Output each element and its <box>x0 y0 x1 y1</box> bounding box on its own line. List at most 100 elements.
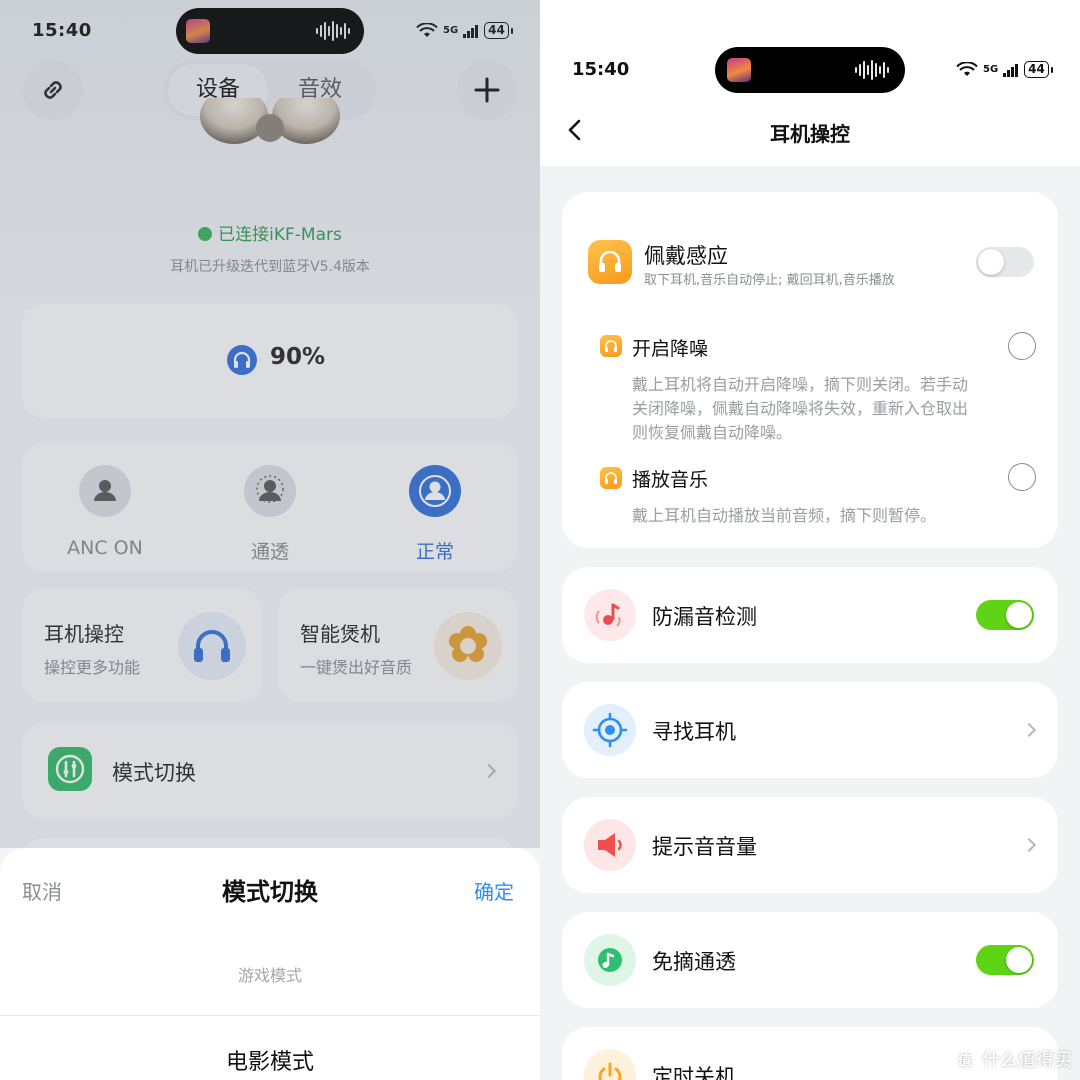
mode-transparency[interactable]: 通透 <box>210 465 330 564</box>
battery-indicator: 44 <box>484 22 509 39</box>
power-icon <box>584 1049 636 1080</box>
mode-switch-sheet: 取消 模式切换 确定 游戏模式 电影模式 <box>0 848 540 1080</box>
nav-header: 15:40 5G 44 耳机操控 <box>540 0 1080 166</box>
mode-switch-row[interactable]: 模式切换 <box>22 723 518 819</box>
system-indicators: 5G 44 <box>956 61 1053 78</box>
desc-line: 戴上耳机将自动开启降噪，摘下则关闭。若手动 <box>632 375 969 394</box>
noise-cancel-option-desc: 戴上耳机将自动开启降噪，摘下则关闭。若手动 关闭降噪，佩戴自动降噪将失效，重新入… <box>632 373 968 445</box>
play-music-option-title: 播放音乐 <box>632 469 709 491</box>
headphone-battery-icon <box>227 345 257 375</box>
signal-icon <box>1003 63 1019 77</box>
signal-icon <box>463 24 479 38</box>
mode-anc[interactable]: ANC ON <box>45 465 165 559</box>
plus-icon <box>474 77 500 103</box>
battery-indicator: 44 <box>1024 61 1049 78</box>
add-button[interactable] <box>457 60 517 120</box>
link-button[interactable] <box>23 60 83 120</box>
transparency-icon <box>584 934 636 986</box>
wear-detection-card: 佩戴感应 取下耳机,音乐自动停止; 戴回耳机,音乐播放 开启降噪 戴上耳机将自动… <box>562 192 1058 548</box>
speaker-icon <box>584 819 636 871</box>
watermark: 值 什么值得买 <box>954 1046 1072 1072</box>
headset-control-title: 耳机操控 <box>44 622 124 646</box>
audio-wave-icon <box>855 58 889 82</box>
audio-wave-icon <box>316 19 350 43</box>
desc-line: 关闭降噪，佩戴自动降噪将失效，重新入仓取出 <box>632 399 969 418</box>
earbuds-image <box>200 98 340 144</box>
find-earbuds-row[interactable]: 寻找耳机 <box>562 682 1058 778</box>
timer-shutdown-label: 定时关机 <box>652 1065 736 1080</box>
transparency-row[interactable]: 免摘通透 <box>562 912 1058 1008</box>
noise-mode-card: ANC ON 通透 正常 <box>22 443 518 572</box>
connection-text: 已连接iKF-Mars <box>218 225 342 245</box>
play-music-radio[interactable] <box>1008 463 1036 491</box>
smart-burn-in-sub: 一键煲出好音质 <box>300 658 413 677</box>
wear-headphones-icon <box>588 240 632 284</box>
play-music-option-desc: 戴上耳机自动播放当前音频，摘下则暂停。 <box>632 506 937 525</box>
network-type: 5G <box>983 64 999 75</box>
page-title: 耳机操控 <box>770 122 850 146</box>
battery-tip <box>1050 66 1053 73</box>
battery-card: 90% <box>22 304 518 418</box>
noise-cancel-option-title: 开启降噪 <box>632 338 709 360</box>
transparency-toggle[interactable] <box>976 945 1034 975</box>
option-game-mode[interactable]: 游戏模式 <box>0 962 540 986</box>
prompt-volume-label: 提示音音量 <box>652 835 757 859</box>
watermark-text: 什么值得买 <box>982 1050 1072 1071</box>
anc-mode-icon <box>79 465 131 517</box>
status-time: 15:40 <box>32 20 92 41</box>
smart-burn-in-card[interactable]: 智能煲机 一键煲出好音质 <box>278 588 518 702</box>
leak-detection-label: 防漏音检测 <box>652 605 757 629</box>
equalizer-icon <box>48 747 92 791</box>
sheet-title: 模式切换 <box>222 878 318 906</box>
locate-icon <box>584 704 636 756</box>
status-time: 15:40 <box>572 59 630 80</box>
headset-control-card[interactable]: 耳机操控 操控更多功能 <box>22 588 262 702</box>
watermark-logo: 值 <box>954 1048 976 1070</box>
noise-cancel-radio[interactable] <box>1008 332 1036 360</box>
leak-detection-toggle[interactable] <box>976 600 1034 630</box>
network-type: 5G <box>443 25 459 36</box>
flower-icon <box>434 612 502 680</box>
option-movie-mode[interactable]: 电影模式 <box>0 1044 540 1076</box>
battery-tip <box>510 27 513 34</box>
desc-line: 则恢复佩戴自动降噪。 <box>632 423 793 442</box>
mode-normal-label: 正常 <box>415 541 454 563</box>
noise-cancel-option-icon <box>600 335 622 357</box>
play-music-option-icon <box>600 467 622 489</box>
firmware-note: 耳机已升级迭代到蓝牙V5.4版本 <box>170 259 370 275</box>
chevron-right-icon <box>1021 722 1037 738</box>
album-art-icon <box>186 19 210 43</box>
chevron-right-icon <box>1021 837 1037 853</box>
transparency-mode-icon <box>244 465 296 517</box>
mode-transparency-label: 通透 <box>250 541 289 563</box>
headset-control-screen: 15:40 5G 44 耳机操控 佩戴感应 取下耳机,音乐自动停止; 戴回耳机,… <box>540 0 1080 1080</box>
leak-detection-row[interactable]: 防漏音检测 <box>562 567 1058 663</box>
album-art-icon <box>727 58 751 82</box>
connected-dot <box>198 227 213 241</box>
wear-detection-title: 佩戴感应 <box>644 244 728 268</box>
dynamic-island[interactable] <box>176 8 364 54</box>
mode-normal[interactable]: 正常 <box>375 465 495 564</box>
dynamic-island[interactable] <box>715 47 905 93</box>
wifi-icon <box>956 61 978 76</box>
chevron-right-icon <box>481 763 497 779</box>
wear-detection-toggle[interactable] <box>976 247 1034 277</box>
headphones-icon <box>178 612 246 680</box>
device-screen: 15:40 5G 44 设备 音效 已连接iKF-Mars 耳机已升级迭代到蓝牙… <box>0 0 540 1080</box>
normal-mode-icon <box>409 465 461 517</box>
find-earbuds-label: 寻找耳机 <box>652 720 736 744</box>
battery-percentage: 90% <box>270 344 326 370</box>
system-indicators: 5G 44 <box>416 22 513 39</box>
confirm-button[interactable]: 确定 <box>474 876 514 905</box>
leak-sound-icon <box>584 589 636 641</box>
prompt-volume-row[interactable]: 提示音音量 <box>562 797 1058 893</box>
status-bar: 15:40 5G 44 <box>0 0 540 60</box>
picker-divider <box>0 1015 540 1016</box>
wifi-icon <box>416 22 438 37</box>
mode-switch-label: 模式切换 <box>112 761 196 785</box>
connection-status: 已连接iKF-Mars <box>0 220 540 245</box>
wear-detection-desc: 取下耳机,音乐自动停止; 戴回耳机,音乐播放 <box>644 273 895 288</box>
smart-burn-in-title: 智能煲机 <box>300 622 380 646</box>
headset-control-sub: 操控更多功能 <box>44 658 141 677</box>
link-icon <box>44 81 62 99</box>
